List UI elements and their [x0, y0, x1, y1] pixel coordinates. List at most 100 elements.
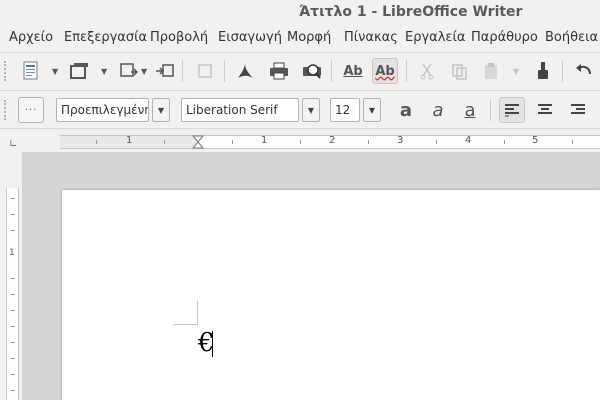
- bold-button[interactable]: a: [393, 97, 419, 123]
- templates-button[interactable]: [66, 58, 92, 84]
- align-left-button[interactable]: [499, 97, 525, 123]
- export-button[interactable]: [152, 58, 178, 84]
- menu-window[interactable]: Παράθυρο: [471, 30, 538, 45]
- formatting-toolbar: ··· Προεπιλεγμένη ▼ Liberation Serif ▼ 1…: [0, 90, 600, 128]
- align-right-button[interactable]: [565, 97, 591, 123]
- export-pdf-button[interactable]: [232, 58, 258, 84]
- toolbar-handle[interactable]: [4, 61, 10, 81]
- paragraph-style-combo[interactable]: Προεπιλεγμένη: [56, 98, 149, 122]
- font-size-combo[interactable]: 12: [330, 98, 360, 122]
- font-size-dropdown[interactable]: ▼: [363, 98, 381, 122]
- undo-button[interactable]: [570, 58, 596, 84]
- paste-dropdown-arrow-icon[interactable]: ▼: [513, 67, 519, 76]
- ruler-tick: [11, 342, 15, 343]
- menu-edit[interactable]: Επεξεργασία: [64, 30, 147, 45]
- underline-button[interactable]: a: [457, 97, 483, 123]
- tab-stop-selector-icon[interactable]: ∟: [9, 139, 17, 150]
- paintbrush-icon: [538, 62, 548, 79]
- chevron-down-icon: ▼: [368, 105, 376, 115]
- printer-icon: [270, 62, 288, 80]
- ruler-tick: [11, 198, 15, 199]
- edit-mode-button[interactable]: [192, 58, 218, 84]
- ruler-number: 4: [465, 135, 472, 146]
- save-icon: [120, 63, 139, 77]
- autospellcheck-button[interactable]: Ab: [372, 58, 398, 84]
- undo-icon: [576, 64, 591, 75]
- ruler-tick: [11, 294, 15, 295]
- ruler-tick: [368, 140, 369, 144]
- ruler-tick: [300, 140, 301, 144]
- new-document-button[interactable]: [18, 58, 44, 84]
- toolbar-separator: [331, 60, 332, 82]
- font-name-value: Liberation Serif: [186, 103, 278, 117]
- indent-marker-icon[interactable]: [192, 135, 204, 149]
- underline-icon: a: [464, 99, 476, 121]
- toolbar-separator: [562, 60, 563, 82]
- spelling-button[interactable]: Ab: [340, 58, 366, 84]
- export-icon: [156, 64, 174, 77]
- paragraph-style-value: Προεπιλεγμένη: [61, 103, 149, 117]
- new-document-icon: [23, 61, 38, 80]
- copy-button[interactable]: [446, 58, 472, 84]
- print-button[interactable]: [266, 58, 292, 84]
- paste-button[interactable]: [478, 58, 504, 84]
- ruler-tick: [232, 140, 233, 144]
- ruler-tick: [11, 326, 15, 327]
- ruler-tick: [436, 140, 437, 144]
- clone-formatting-button[interactable]: [530, 58, 556, 84]
- vertical-ruler[interactable]: 1: [6, 188, 19, 400]
- text-boundary-mark: [173, 324, 198, 325]
- styles-sidebar-button[interactable]: ···: [18, 97, 44, 123]
- menu-format[interactable]: Μορφή: [287, 30, 331, 45]
- font-name-dropdown[interactable]: ▼: [302, 98, 320, 122]
- templates-dropdown-arrow-icon[interactable]: ▼: [101, 67, 107, 76]
- toolbar-separator: [490, 99, 491, 121]
- text-cursor: [212, 331, 213, 357]
- align-center-button[interactable]: [532, 97, 558, 123]
- ruler-number: 5: [532, 135, 539, 146]
- menu-table[interactable]: Πίνακας: [344, 30, 398, 45]
- horizontal-ruler[interactable]: 1 1 2 3 4 5: [60, 135, 600, 149]
- standard-toolbar: ▼ ▼ ▼ Ab Ab ▼: [0, 52, 600, 88]
- document-page[interactable]: [62, 190, 600, 400]
- bold-icon: a: [399, 99, 413, 121]
- ruler-tick: [11, 230, 15, 231]
- window-title: Άτιτλο 1 - LibreOffice Writer: [299, 4, 523, 20]
- menu-insert[interactable]: Εισαγωγή: [218, 30, 282, 45]
- ruler-tick: [11, 358, 15, 359]
- horizontal-ruler-row: ∟ 1 1 2 3 4 5: [0, 128, 600, 152]
- ruler-number: 2: [329, 135, 336, 146]
- menu-view[interactable]: Προβολή: [150, 30, 208, 45]
- menu-help[interactable]: Βοήθεια: [545, 30, 598, 45]
- font-size-value: 12: [335, 103, 351, 117]
- toolbar-handle[interactable]: [4, 100, 10, 120]
- ruler-number: 1: [9, 248, 15, 258]
- font-name-combo[interactable]: Liberation Serif: [181, 98, 299, 122]
- ruler-tick: [11, 374, 15, 375]
- toolbar-separator: [406, 60, 407, 82]
- export-pdf-icon: [238, 63, 253, 78]
- save-button[interactable]: [116, 58, 142, 84]
- paste-icon: [485, 63, 497, 79]
- cut-button[interactable]: [414, 58, 440, 84]
- ruler-tick: [11, 390, 15, 391]
- chevron-down-icon: ▼: [307, 105, 315, 115]
- menu-bar: Αρχείο Επεξεργασία Προβολή Εισαγωγή Μορφ…: [0, 26, 600, 50]
- menu-file[interactable]: Αρχείο: [9, 30, 53, 45]
- print-preview-button[interactable]: [299, 58, 325, 84]
- toolbar-separator: [182, 60, 183, 82]
- ruler-tick: [11, 278, 15, 279]
- italic-button[interactable]: a: [425, 97, 451, 123]
- paragraph-style-dropdown[interactable]: ▼: [152, 98, 170, 122]
- align-center-icon: [538, 104, 552, 114]
- templates-icon: [70, 63, 88, 79]
- save-dropdown-arrow-icon[interactable]: ▼: [141, 67, 147, 76]
- menu-tools[interactable]: Εργαλεία: [405, 30, 465, 45]
- ruler-tick: [96, 140, 97, 144]
- align-left-icon: [505, 104, 519, 117]
- title-bar: Άτιτλο 1 - LibreOffice Writer: [0, 0, 600, 26]
- ruler-tick: [164, 140, 165, 144]
- new-dropdown-arrow-icon[interactable]: ▼: [52, 67, 58, 76]
- chevron-down-icon: ▼: [157, 105, 165, 115]
- print-preview-icon: [303, 64, 321, 79]
